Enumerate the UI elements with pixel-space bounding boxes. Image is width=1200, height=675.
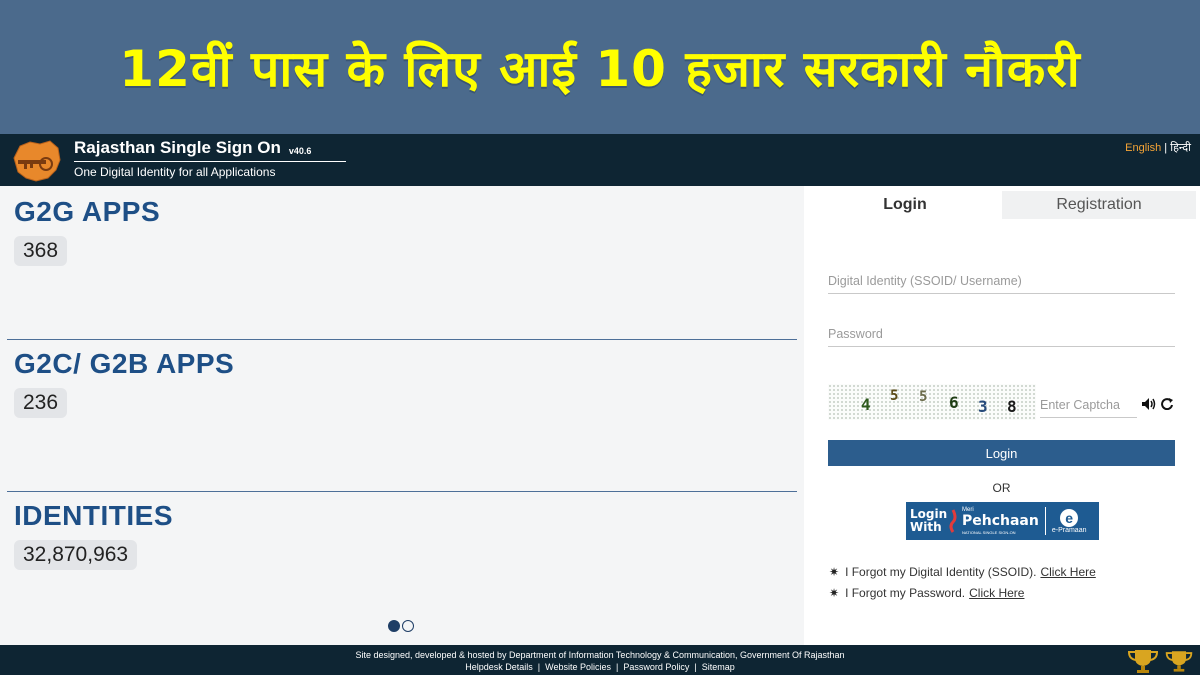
stat-count: 368 bbox=[14, 236, 68, 266]
banner-title: 12वीं पास के लिए आई 10 हजार सरकारी नौकरी bbox=[119, 40, 1081, 98]
meri-pehchaan-logo-icon bbox=[949, 509, 957, 533]
tab-registration[interactable]: Registration bbox=[1002, 191, 1196, 219]
password-policy-link[interactable]: Password Policy bbox=[623, 662, 689, 672]
stat-label: G2G APPS bbox=[14, 196, 161, 227]
national-sso-label: NATIONAL SINGLE SIGN-ON bbox=[962, 529, 1016, 535]
login-with-label: Login With bbox=[910, 507, 948, 534]
captcha-image: 4 5 5 6 3 8 bbox=[828, 384, 1036, 420]
password-field bbox=[828, 321, 1175, 347]
stat-count: 32,870,963 bbox=[14, 540, 138, 570]
trophy-icon bbox=[1127, 650, 1159, 673]
tab-login[interactable]: Login bbox=[808, 191, 1002, 219]
bullet-star-icon: ✷ bbox=[829, 565, 840, 579]
stat-g2c-g2b: G2C/ G2B APPS 236 bbox=[14, 348, 234, 418]
divider bbox=[7, 491, 797, 492]
version-label: v40.6 bbox=[288, 146, 312, 156]
footer-links: Helpdesk Details | Website Policies | Pa… bbox=[465, 662, 735, 672]
carousel-dots bbox=[388, 620, 414, 632]
sitemap-link[interactable]: Sitemap bbox=[702, 662, 735, 672]
captcha-digit: 3 bbox=[978, 397, 988, 416]
meri-pehchaan-brand: Meri Pehchaan NATIONAL SINGLE SIGN-ON bbox=[962, 505, 1039, 538]
captcha-digit: 6 bbox=[949, 393, 959, 412]
forgot-password-row: ✷ I Forgot my Password. Click Here bbox=[829, 586, 1024, 600]
website-policies-link[interactable]: Website Policies bbox=[545, 662, 611, 672]
pehchaan-label: Pehchaan bbox=[962, 512, 1039, 529]
divider bbox=[7, 339, 797, 340]
carousel-dot-1[interactable] bbox=[388, 620, 400, 632]
captcha-digit: 4 bbox=[861, 395, 871, 414]
or-separator: OR bbox=[992, 481, 1011, 495]
epramaan-logo-icon: e bbox=[1060, 508, 1079, 527]
refresh-icon[interactable] bbox=[1159, 396, 1175, 412]
rajasthan-logo-icon[interactable] bbox=[10, 138, 64, 184]
lang-hindi-link[interactable]: हिन्दी bbox=[1170, 142, 1191, 154]
password-input[interactable] bbox=[828, 321, 1175, 346]
stat-label: IDENTITIES bbox=[14, 500, 174, 531]
helpdesk-link[interactable]: Helpdesk Details bbox=[465, 662, 533, 672]
stat-identities: IDENTITIES 32,870,963 bbox=[14, 500, 173, 570]
trophy-icon bbox=[1165, 651, 1193, 672]
brand-title: Rajasthan Single Sign On bbox=[74, 138, 281, 157]
brand-name: Rajasthan Single Sign On v40.6 bbox=[74, 138, 346, 162]
forgot-ssoid-row: ✷ I Forgot my Digital Identity (SSOID). … bbox=[829, 565, 1096, 579]
brand-block: Rajasthan Single Sign On v40.6 One Digit… bbox=[74, 138, 346, 179]
captcha-input[interactable] bbox=[1040, 392, 1137, 417]
forgot-password-link[interactable]: Click Here bbox=[969, 586, 1024, 600]
site-footer: Site designed, developed & hosted by Dep… bbox=[0, 645, 1200, 675]
stat-g2g: G2G APPS 368 bbox=[14, 196, 160, 266]
language-switcher: English | हिन्दी bbox=[1125, 140, 1191, 155]
lang-english-link[interactable]: English bbox=[1125, 142, 1161, 154]
epramaan-brand: e e-Pramaan bbox=[1051, 508, 1087, 534]
speaker-icon[interactable] bbox=[1141, 396, 1157, 412]
login-button[interactable]: Login bbox=[828, 440, 1175, 466]
stat-label: G2C/ G2B APPS bbox=[14, 348, 235, 379]
captcha-digit: 5 bbox=[919, 389, 928, 405]
promo-banner: 12वीं पास के लिए आई 10 हजार सरकारी नौकरी bbox=[0, 0, 1200, 134]
divider bbox=[1044, 507, 1046, 535]
brand-tagline: One Digital Identity for all Application… bbox=[74, 165, 276, 179]
trophy-awards bbox=[1126, 648, 1194, 674]
username-field bbox=[828, 268, 1175, 294]
forgot-ssoid-text: I Forgot my Digital Identity (SSOID). bbox=[845, 565, 1037, 579]
username-input[interactable] bbox=[828, 268, 1175, 293]
stat-count: 236 bbox=[14, 388, 68, 418]
carousel-dot-2[interactable] bbox=[402, 620, 414, 632]
captcha-digit: 8 bbox=[1007, 397, 1017, 416]
forgot-ssoid-link[interactable]: Click Here bbox=[1040, 565, 1095, 579]
forgot-password-text: I Forgot my Password. bbox=[845, 586, 966, 600]
footer-credit: Site designed, developed & hosted by Dep… bbox=[355, 650, 845, 660]
meri-pehchaan-login-button[interactable]: Login With Meri Pehchaan NATIONAL SINGLE… bbox=[906, 502, 1099, 540]
lang-separator: | bbox=[1164, 142, 1168, 154]
captcha-field bbox=[1040, 392, 1137, 418]
epramaan-label: e-Pramaan bbox=[1051, 526, 1087, 534]
captcha-digit: 5 bbox=[890, 388, 899, 404]
bullet-star-icon: ✷ bbox=[829, 586, 840, 600]
